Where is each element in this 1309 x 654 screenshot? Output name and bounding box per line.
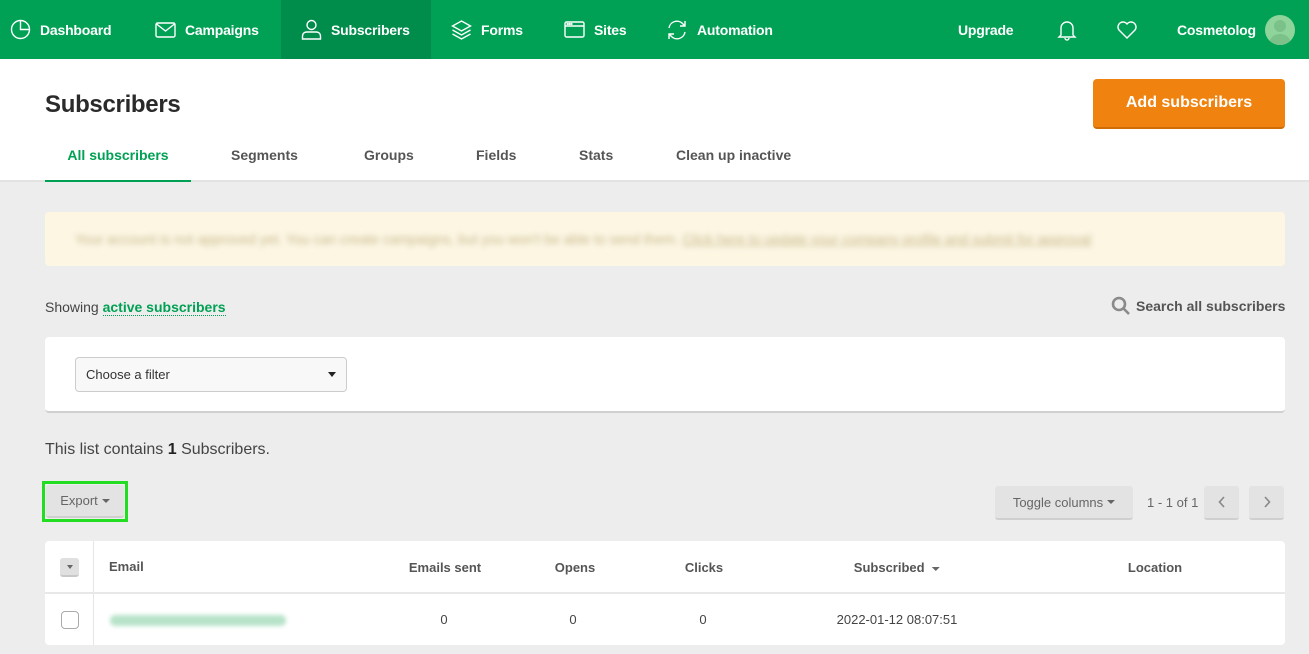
nav-item-sites[interactable]: Sites	[564, 0, 627, 59]
tab-clean-up-inactive[interactable]: Clean up inactive	[676, 135, 791, 182]
row-checkbox[interactable]	[61, 611, 79, 629]
list-count-suffix: Subscribers.	[181, 441, 270, 458]
filter-placeholder: Choose a filter	[86, 367, 170, 382]
account-approval-notice: Your account is not approved yet. You ca…	[45, 212, 1285, 266]
pagination-info: 1 - 1 of 1	[1147, 495, 1199, 510]
refresh-icon	[668, 19, 686, 40]
export-label: Export	[60, 493, 98, 508]
subscriber-email[interactable]	[110, 615, 286, 626]
filter-panel: Choose a filter	[45, 337, 1285, 413]
tab-fields[interactable]: Fields	[476, 135, 516, 182]
export-highlight: Export	[42, 481, 128, 522]
column-header-email[interactable]: Email	[109, 559, 144, 574]
column-header-location[interactable]: Location	[1128, 560, 1182, 575]
tab-stats[interactable]: Stats	[579, 135, 613, 182]
nav-item-forms[interactable]: Forms	[451, 0, 523, 59]
avatar	[1264, 14, 1295, 45]
column-header-clicks[interactable]: Clicks	[685, 560, 723, 575]
heart-icon	[1117, 20, 1137, 39]
favorites-button[interactable]	[1116, 0, 1147, 59]
browser-window-icon	[564, 21, 585, 38]
page-header: Subscribers Add subscribers All subscrib…	[0, 59, 1309, 182]
bell-icon	[1057, 20, 1077, 41]
envelope-icon	[155, 21, 176, 38]
column-header-subscribed[interactable]: Subscribed	[853, 560, 941, 575]
caret-down-icon	[328, 372, 336, 377]
prev-page-button[interactable]	[1204, 486, 1239, 520]
upgrade-link[interactable]: Upgrade	[958, 0, 1014, 59]
showing-status: Showing active subscribers	[45, 299, 226, 316]
user-icon	[301, 19, 322, 40]
notice-text: Your account is not approved yet. You ca…	[75, 231, 679, 247]
nav-label: Sites	[594, 21, 627, 38]
toggle-columns-label: Toggle columns	[1012, 494, 1104, 510]
cell-emails-sent: 0	[440, 612, 448, 627]
chevron-right-icon	[1263, 496, 1271, 508]
export-button[interactable]: Export	[46, 485, 124, 518]
nav-item-dashboard[interactable]: Dashboard	[10, 0, 112, 59]
pie-chart-icon	[10, 19, 31, 40]
nav-label: Campaigns	[185, 21, 259, 38]
user-avatar-icon	[1268, 19, 1291, 45]
sort-desc-icon	[932, 566, 941, 571]
tab-groups[interactable]: Groups	[364, 135, 414, 182]
nav-item-campaigns[interactable]: Campaigns	[155, 0, 259, 59]
column-header-opens[interactable]: Opens	[555, 560, 595, 575]
layers-icon	[451, 19, 472, 40]
table-row[interactable]: 0 0 0 2022-01-12 08:07:51	[45, 596, 1285, 645]
nav-label: Forms	[481, 21, 523, 38]
nav-label: Automation	[697, 21, 773, 38]
tab-all-subscribers[interactable]: All subscribers	[45, 135, 191, 182]
tab-segments[interactable]: Segments	[231, 135, 298, 182]
cell-opens: 0	[569, 612, 577, 627]
caret-down-icon	[66, 564, 73, 569]
account-menu[interactable]: Cosmetolog	[1177, 0, 1295, 59]
top-navigation: Dashboard Campaigns Subscribers Forms Si…	[0, 0, 1309, 59]
filter-select[interactable]: Choose a filter	[75, 357, 347, 392]
chevron-left-icon	[1217, 496, 1225, 508]
cell-subscribed: 2022-01-12 08:07:51	[836, 612, 958, 627]
account-name: Cosmetolog	[1177, 21, 1256, 38]
add-subscribers-button[interactable]: Add subscribers	[1093, 79, 1285, 129]
cell-clicks: 0	[699, 612, 707, 627]
table-header-row: Email Emails sent Opens Clicks Subscribe…	[45, 541, 1285, 594]
page-title: Subscribers	[45, 91, 181, 118]
caret-down-icon	[1107, 500, 1116, 504]
subscribers-table: Email Emails sent Opens Clicks Subscribe…	[45, 541, 1285, 645]
showing-prefix: Showing	[45, 299, 99, 315]
list-count: This list contains 1 Subscribers.	[45, 441, 270, 459]
toggle-columns-button[interactable]: Toggle columns	[995, 486, 1133, 520]
next-page-button[interactable]	[1249, 486, 1284, 520]
notice-link[interactable]: Click here to update your company profil…	[683, 231, 1092, 247]
list-count-prefix: This list contains	[45, 441, 164, 458]
column-header-subscribed-label: Subscribed	[853, 560, 925, 575]
search-icon	[1111, 296, 1130, 315]
select-all-dropdown[interactable]	[60, 558, 79, 577]
notifications-button[interactable]	[1056, 0, 1087, 59]
caret-down-icon	[101, 498, 110, 503]
nav-label: Dashboard	[40, 21, 112, 38]
search-all-subscribers-link[interactable]: Search all subscribers	[1111, 296, 1285, 316]
search-label: Search all subscribers	[1136, 298, 1286, 314]
subscriber-status-link[interactable]: active subscribers	[102, 299, 226, 316]
upgrade-label: Upgrade	[958, 21, 1014, 38]
column-header-emails-sent[interactable]: Emails sent	[409, 560, 481, 575]
nav-label: Subscribers	[331, 21, 410, 38]
nav-item-automation[interactable]: Automation	[666, 0, 773, 59]
nav-item-subscribers[interactable]: Subscribers	[281, 0, 431, 59]
list-count-value: 1	[167, 441, 177, 458]
